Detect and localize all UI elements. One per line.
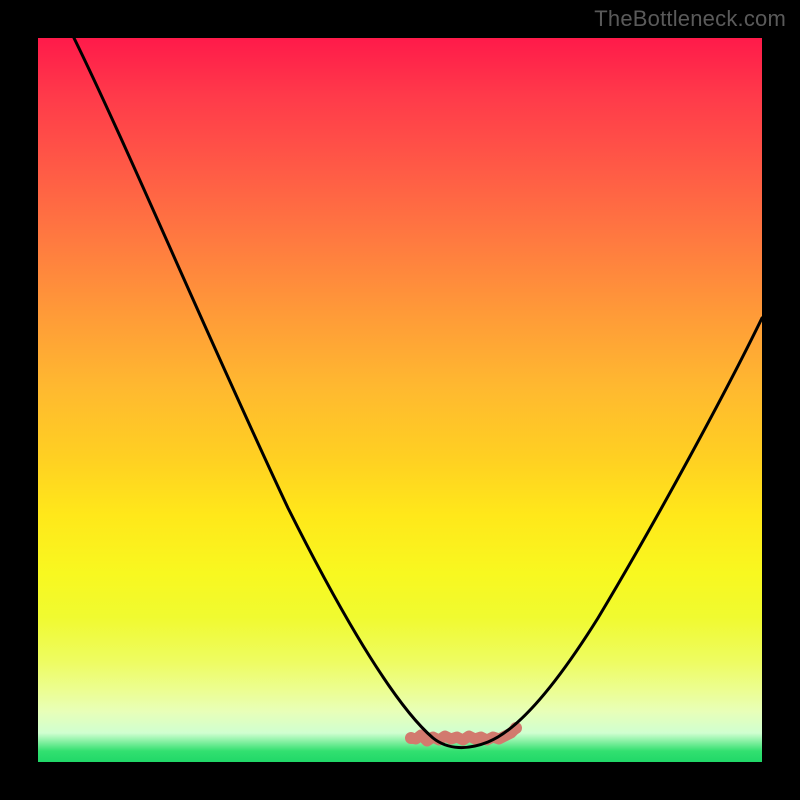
curve-layer — [38, 38, 762, 762]
chart-container: TheBottleneck.com — [0, 0, 800, 800]
bottleneck-curve — [74, 38, 762, 748]
left-cap-icon — [405, 732, 417, 744]
watermark-text: TheBottleneck.com — [594, 6, 786, 32]
plot-area — [38, 38, 762, 762]
